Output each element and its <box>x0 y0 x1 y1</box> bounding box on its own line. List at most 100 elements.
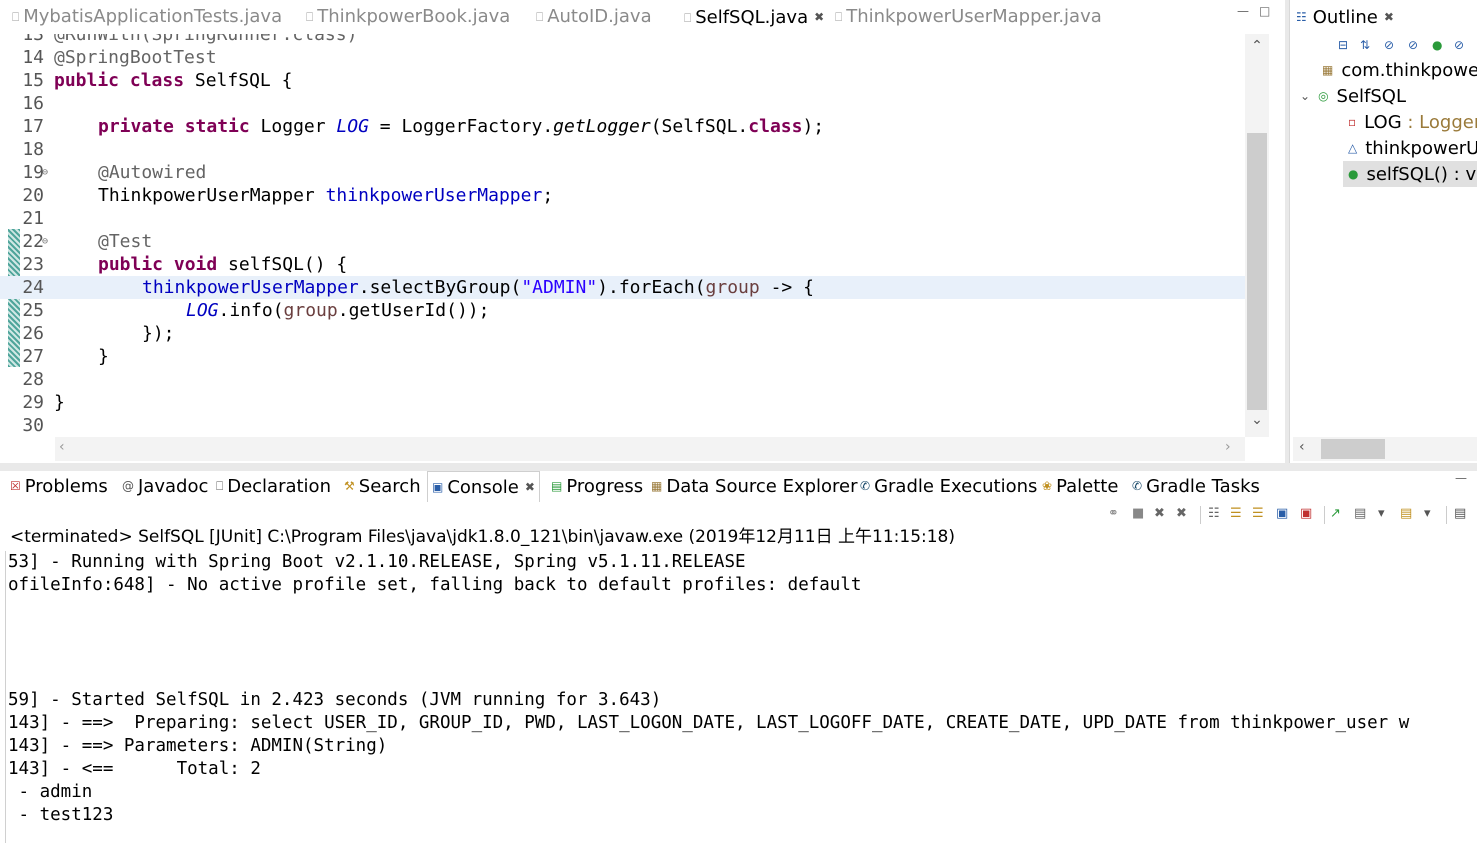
console-line: 143] - ==> Preparing: select USER_ID, GR… <box>8 713 1410 733</box>
hide-fields-icon[interactable]: ⊘ <box>1384 38 1394 52</box>
view-menu-icon[interactable]: ▤ <box>1454 506 1466 521</box>
java-file-icon: ⎕ <box>306 10 314 24</box>
outline-item-selfsql-method[interactable]: ● selfSQL() : vo <box>1343 161 1477 187</box>
console-line: ofileInfo:648] - No active profile set, … <box>8 575 862 595</box>
outline-item-package[interactable]: ▦ com.thinkpowe <box>1322 57 1477 83</box>
tab-javadoc[interactable]: @ Javadoc <box>122 471 208 502</box>
scroll-left-icon[interactable]: ‹ <box>59 439 65 455</box>
tab-data-source-explorer[interactable]: ▦ Data Source Explorer <box>651 471 858 502</box>
code-line: 22 ⊖ @Test <box>22 230 153 253</box>
tab-mybatis-application-tests[interactable]: ⎕ MybatisApplicationTests.java <box>12 0 282 34</box>
toolbar-separator <box>1324 506 1325 524</box>
outline-tab[interactable]: ☷ Outline ✖ <box>1296 0 1394 34</box>
minimize-icon[interactable]: — <box>1237 4 1249 18</box>
code-line: 17 private static Logger LOG = LoggerFact… <box>22 116 825 137</box>
tab-gradle-tasks[interactable]: ✆ Gradle Tasks <box>1132 471 1260 502</box>
remove-all-icon[interactable]: ✖ <box>1176 506 1187 521</box>
tab-problems[interactable]: ☒ Problems <box>10 471 108 502</box>
editor-vertical-scrollbar[interactable]: ⌃ ⌄ <box>1245 34 1269 437</box>
hide-static-icon[interactable]: ⊘ <box>1408 38 1418 52</box>
scroll-lock-icon[interactable]: ☰ <box>1230 506 1242 521</box>
public-method-icon: ● <box>1348 167 1359 181</box>
close-icon[interactable]: ✖ <box>1384 10 1394 24</box>
scrollbar-thumb[interactable] <box>1321 439 1385 459</box>
tab-thinkpower-book[interactable]: ⎕ ThinkpowerBook.java <box>306 0 510 34</box>
console-status: <terminated> SelfSQL [JUnit] C:\Program … <box>10 527 956 547</box>
maximize-icon[interactable]: □ <box>1259 4 1270 18</box>
tab-console[interactable]: ▣ Console ✖ <box>427 471 540 502</box>
chevron-down-icon[interactable]: ▾ <box>1378 506 1385 521</box>
chevron-down-icon[interactable]: ⌄ <box>1300 83 1310 109</box>
progress-icon: ▤ <box>551 479 563 493</box>
java-file-icon: ⎕ <box>835 10 843 24</box>
outline-item-log-field[interactable]: ▫ LOG : Logger <box>1348 109 1477 135</box>
remove-launch-icon[interactable]: ✖ <box>1154 506 1165 521</box>
fold-icon[interactable]: ⊖ <box>42 161 48 184</box>
toolbar-separator <box>1200 506 1201 524</box>
scroll-down-icon[interactable]: ⌄ <box>1245 412 1269 428</box>
terminate-icon[interactable]: ■ <box>1132 506 1144 521</box>
link-icon[interactable]: ⚭ <box>1108 506 1119 521</box>
collapse-all-icon[interactable]: ⊟ <box>1338 38 1348 52</box>
code-line: 20 ThinkpowerUserMapper thinkpowerUserMap… <box>22 185 554 206</box>
minimize-icon[interactable]: — <box>1455 471 1467 485</box>
scroll-left-icon[interactable]: ‹ <box>1299 439 1305 455</box>
package-icon: ▦ <box>1322 63 1334 77</box>
code-editor[interactable]: 13 @RunWith(SpringRunner.class) 14 @Spring… <box>0 34 1245 437</box>
code-line: 30 <box>22 415 44 436</box>
outline-horizontal-scrollbar[interactable]: ‹ <box>1293 437 1477 461</box>
scrollbar-thumb[interactable] <box>1247 133 1267 410</box>
tab-gradle-executions[interactable]: ✆ Gradle Executions <box>860 471 1037 502</box>
class-icon: ◎ <box>1318 89 1329 103</box>
tab-thinkpower-user-mapper[interactable]: ⎕ ThinkpowerUserMapper.java <box>835 0 1102 34</box>
tab-auto-id[interactable]: ⎕ AutoID.java <box>536 0 652 34</box>
fold-icon[interactable]: ⊖ <box>42 230 48 253</box>
close-icon[interactable]: ✖ <box>814 10 824 24</box>
tab-palette[interactable]: ❀ Palette <box>1042 471 1118 502</box>
declaration-icon: ⎕ <box>216 479 224 493</box>
console-line: 53] - Running with Spring Boot v2.1.10.R… <box>8 552 746 572</box>
toolbar-separator <box>1446 506 1447 524</box>
outline-item-mapper-field[interactable]: △ thinkpowerU <box>1348 135 1477 161</box>
java-file-icon: ⎕ <box>536 10 544 24</box>
show-stderr-icon[interactable]: ▣ <box>1300 506 1312 521</box>
word-wrap-icon[interactable]: ☰ <box>1252 506 1264 521</box>
tab-search[interactable]: ⚒ Search <box>344 471 421 502</box>
code-line: 16 <box>22 93 44 114</box>
scroll-up-icon[interactable]: ⌃ <box>1245 38 1269 54</box>
console-line: - test123 <box>8 805 114 825</box>
code-line: 18 <box>22 139 44 160</box>
console-line: 143] - ==> Parameters: ADMIN(String) <box>8 736 388 756</box>
outline-icon: ☷ <box>1296 10 1307 24</box>
bottom-panel: ☒ Problems @ Javadoc ⎕ Declaration ⚒ Search … <box>0 471 1477 843</box>
code-line: 26}); <box>22 323 175 344</box>
code-line: 27} <box>22 346 109 367</box>
editor-pane: ⎕ MybatisApplicationTests.java ⎕ Thinkpowe… <box>0 0 1285 463</box>
chevron-down-icon[interactable]: ▾ <box>1424 506 1431 521</box>
pane-divider[interactable] <box>0 463 1477 471</box>
sort-icon[interactable]: ⇅ <box>1360 38 1370 52</box>
problems-icon: ☒ <box>10 479 21 493</box>
close-icon[interactable]: ✖ <box>525 480 535 494</box>
gradle-icon: ✆ <box>1132 479 1143 493</box>
tab-progress[interactable]: ▤ Progress <box>551 471 643 502</box>
code-line: 28 <box>22 369 44 390</box>
open-console-icon[interactable]: ▤ <box>1400 506 1412 521</box>
outline-item-class[interactable]: ⌄ ◎ SelfSQL <box>1300 83 1406 109</box>
scroll-right-icon[interactable]: › <box>1225 439 1231 455</box>
code-line: 15 public class SelfSQL { <box>22 70 293 91</box>
hide-nonpublic-icon[interactable]: ● <box>1432 38 1442 52</box>
editor-tab-bar: ⎕ MybatisApplicationTests.java ⎕ Thinkpowe… <box>0 0 1285 34</box>
code-line: 21 <box>22 208 44 229</box>
clear-console-icon[interactable]: ☷ <box>1208 506 1220 521</box>
show-stdout-icon[interactable]: ▣ <box>1276 506 1288 521</box>
pin-console-icon[interactable]: ↗ <box>1330 506 1341 521</box>
gradle-icon: ✆ <box>860 479 871 493</box>
tab-self-sql[interactable]: ⎕ SelfSQL.java ✖ <box>678 0 831 34</box>
editor-horizontal-scrollbar[interactable]: ‹ › <box>55 437 1245 461</box>
tab-declaration[interactable]: ⎕ Declaration <box>216 471 331 502</box>
console-line: 143] - <== Total: 2 <box>8 759 261 779</box>
hide-local-types-icon[interactable]: ⊘ <box>1454 38 1464 52</box>
display-console-icon[interactable]: ▤ <box>1354 506 1366 521</box>
code-line-current: 24 thinkpowerUserMapper.selectByGroup("AD… <box>0 276 1245 299</box>
